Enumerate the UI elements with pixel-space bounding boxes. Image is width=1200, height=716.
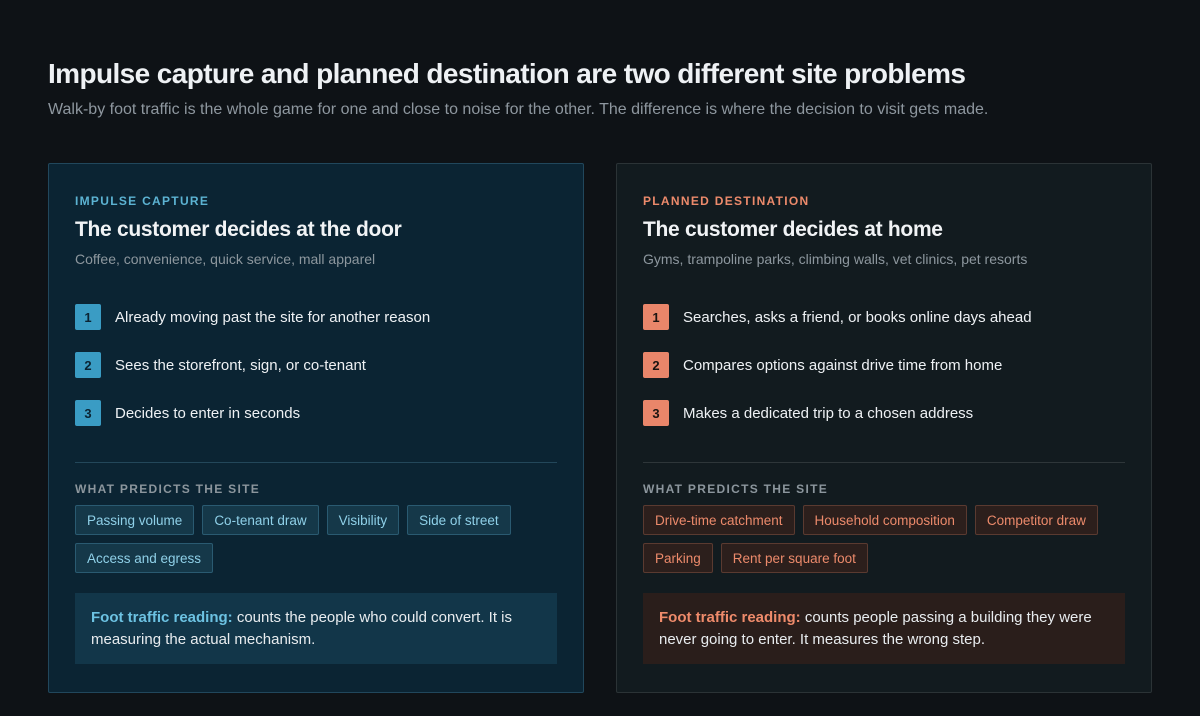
predictor-tag-list: Drive-time catchment Household compositi… [643, 505, 1133, 573]
step-text: Makes a dedicated trip to a chosen addre… [683, 404, 974, 422]
card-subtitle: Coffee, convenience, quick service, mall… [75, 251, 376, 267]
step-text: Compares options against drive time from… [683, 356, 1003, 374]
predictor-tag: Competitor draw [974, 505, 1098, 535]
predictor-tag: Household composition [802, 505, 967, 535]
step-number-badge: 1 [643, 304, 669, 330]
step-item: 1 Searches, asks a friend, or books onli… [643, 304, 1032, 330]
step-number-badge: 3 [75, 400, 101, 426]
planned-destination-card: PLANNED DESTINATION The customer decides… [616, 163, 1152, 693]
reading-lead: Foot traffic reading: [659, 609, 801, 626]
divider [75, 462, 557, 463]
step-number-badge: 3 [643, 400, 669, 426]
page-title: Impulse capture and planned destination … [48, 58, 966, 89]
step-number-badge: 2 [75, 352, 101, 378]
foot-traffic-reading-callout: Foot traffic reading: counts the people … [75, 593, 557, 664]
card-title: The customer decides at the door [75, 218, 402, 241]
step-number-badge: 2 [643, 352, 669, 378]
step-item: 2 Sees the storefront, sign, or co-tenan… [75, 352, 430, 378]
step-item: 2 Compares options against drive time fr… [643, 352, 1032, 378]
card-eyebrow: PLANNED DESTINATION [643, 194, 810, 208]
predictor-tag: Drive-time catchment [643, 505, 795, 535]
step-list: 1 Already moving past the site for anoth… [75, 304, 430, 448]
step-item: 1 Already moving past the site for anoth… [75, 304, 430, 330]
page-subtitle: Walk-by foot traffic is the whole game f… [48, 101, 989, 118]
step-text: Already moving past the site for another… [115, 308, 431, 326]
predictor-tag: Rent per square foot [720, 543, 868, 573]
page: Impulse capture and planned destination … [0, 0, 1200, 716]
predicts-label: WHAT PREDICTS THE SITE [643, 482, 829, 496]
foot-traffic-reading-callout: Foot traffic reading: counts people pass… [643, 593, 1125, 664]
predictor-tag: Visibility [326, 505, 400, 535]
card-eyebrow: IMPULSE CAPTURE [75, 194, 210, 208]
predictor-tag: Parking [643, 543, 713, 573]
predictor-tag: Access and egress [75, 543, 214, 573]
card-subtitle: Gyms, trampoline parks, climbing walls, … [643, 251, 1028, 267]
reading-lead: Foot traffic reading: [91, 609, 233, 626]
predictor-tag: Side of street [407, 505, 511, 535]
divider [643, 462, 1125, 463]
step-item: 3 Makes a dedicated trip to a chosen add… [643, 400, 1032, 426]
step-list: 1 Searches, asks a friend, or books onli… [643, 304, 1032, 448]
card-title: The customer decides at home [643, 218, 943, 241]
predictor-tag: Passing volume [75, 505, 195, 535]
predictor-tag: Co-tenant draw [202, 505, 319, 535]
step-number-badge: 1 [75, 304, 101, 330]
impulse-capture-card: IMPULSE CAPTURE The customer decides at … [48, 163, 584, 693]
step-item: 3 Decides to enter in seconds [75, 400, 430, 426]
step-text: Sees the storefront, sign, or co-tenant [115, 356, 366, 374]
predicts-label: WHAT PREDICTS THE SITE [75, 482, 261, 496]
step-text: Searches, asks a friend, or books online… [683, 308, 1032, 326]
predictor-tag-list: Passing volume Co-tenant draw Visibility… [75, 505, 565, 573]
step-text: Decides to enter in seconds [115, 404, 301, 422]
